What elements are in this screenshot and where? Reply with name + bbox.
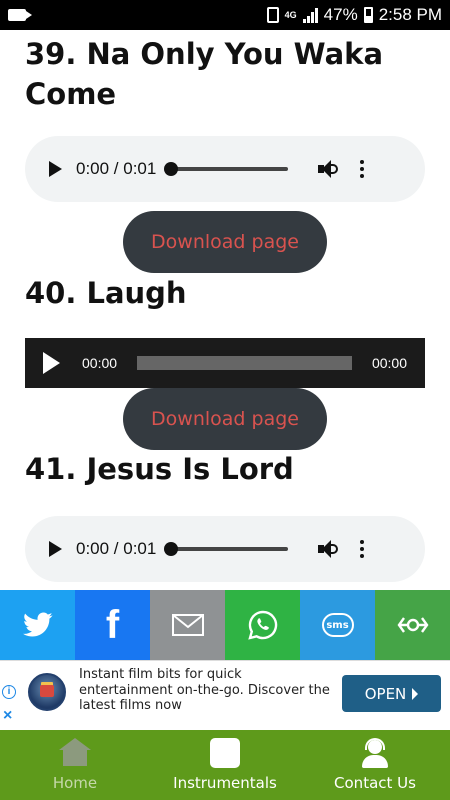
nav-instrumentals[interactable]: Instrumentals	[150, 730, 300, 800]
nav-contact-label: Contact Us	[334, 774, 416, 792]
play-icon[interactable]	[43, 352, 60, 374]
nav-instrumentals-label: Instrumentals	[173, 774, 277, 792]
duration-time: 00:00	[371, 355, 407, 371]
song-title: 40. Laugh	[25, 276, 187, 310]
player-time: 0:00 / 0:01	[76, 539, 157, 558]
sim-icon	[266, 7, 279, 23]
song-list[interactable]: 39. Na Only You Waka Come 0:00 / 0:01 Do…	[0, 30, 450, 590]
ad-info-icon[interactable]: i	[2, 685, 16, 699]
whatsapp-share-button[interactable]	[225, 590, 300, 660]
network-type-label: 4G	[284, 9, 297, 20]
ad-open-label: OPEN	[364, 684, 407, 703]
sms-label: sms	[326, 619, 349, 631]
ad-text: Instant film bits for quick entertainmen…	[79, 667, 330, 713]
nav-contact-us[interactable]: Contact Us	[300, 730, 450, 800]
song-title: 41. Jesus Is Lord	[25, 452, 294, 486]
status-bar: 4G 47% 2:58 PM	[0, 0, 450, 30]
song-title: 39. Na Only You Waka Come	[25, 37, 384, 111]
download-page-button[interactable]: Download page	[123, 211, 327, 273]
audio-player: 0:00 / 0:01	[25, 136, 425, 202]
facebook-share-button[interactable]: f	[75, 590, 150, 660]
signal-icon	[302, 7, 318, 23]
email-share-button[interactable]	[150, 590, 225, 660]
ad-open-button[interactable]: OPEN	[342, 675, 441, 712]
sharethis-share-button[interactable]	[375, 590, 450, 660]
battery-icon	[363, 7, 373, 23]
seek-knob[interactable]	[164, 162, 179, 176]
facebook-f-icon: f	[105, 602, 120, 647]
more-options-icon[interactable]	[360, 160, 365, 178]
instrumentals-icon	[210, 738, 240, 768]
ad-close-icon[interactable]: ×	[3, 707, 12, 725]
chevron-right-icon	[412, 687, 419, 700]
bottom-nav: Home Instrumentals Contact Us	[0, 730, 450, 800]
battery-percent: 47%	[323, 5, 358, 24]
play-icon[interactable]	[49, 161, 62, 177]
play-icon[interactable]	[49, 541, 62, 557]
twitter-share-button[interactable]	[0, 590, 75, 660]
download-page-button[interactable]: Download page	[123, 388, 327, 450]
camera-notification-icon	[8, 9, 32, 21]
sms-bubble-icon: sms	[321, 613, 354, 637]
share-icon	[397, 617, 428, 633]
sms-share-button[interactable]: sms	[300, 590, 375, 660]
current-time: 00:00	[82, 355, 118, 371]
audio-player: 00:00 00:00	[25, 338, 425, 388]
seek-bar[interactable]	[164, 542, 289, 556]
clock: 2:58 PM	[378, 5, 442, 24]
volume-icon[interactable]	[318, 160, 339, 178]
more-options-icon[interactable]	[360, 540, 365, 558]
ad-banner[interactable]: i × Instant film bits for quick entertai…	[0, 660, 450, 730]
nav-home[interactable]: Home	[0, 730, 150, 800]
headset-contact-icon	[360, 738, 390, 768]
player-time: 0:00 / 0:01	[76, 159, 157, 178]
seek-bar[interactable]	[164, 162, 289, 176]
seek-knob[interactable]	[164, 542, 179, 556]
nav-home-label: Home	[52, 774, 98, 792]
audio-player: 0:00 / 0:01	[25, 516, 425, 582]
ad-app-logo	[28, 673, 66, 711]
twitter-bird-icon	[22, 612, 52, 637]
volume-icon[interactable]	[318, 540, 339, 558]
whatsapp-icon	[247, 610, 277, 640]
envelope-icon	[171, 614, 204, 636]
share-bar: f sms	[0, 590, 450, 660]
seek-bar[interactable]	[137, 356, 352, 370]
home-icon	[59, 738, 91, 768]
